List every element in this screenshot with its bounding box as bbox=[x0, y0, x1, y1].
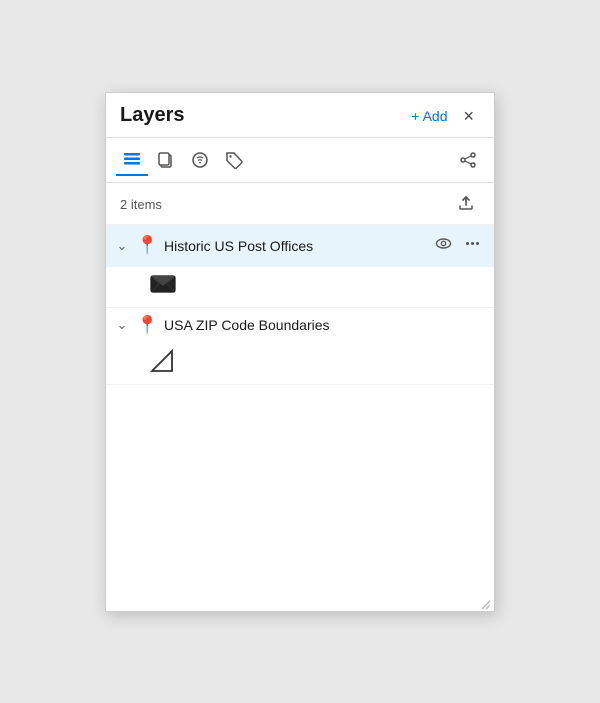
upload-button[interactable] bbox=[452, 190, 480, 219]
items-count-row: 2 items bbox=[106, 183, 494, 225]
list-view-button[interactable] bbox=[116, 144, 148, 176]
ellipsis-icon-1 bbox=[464, 235, 481, 252]
layer-item-1: ⌄ 📍 Historic US Post Offices bbox=[106, 225, 494, 308]
copy-icon bbox=[157, 151, 175, 169]
tag-icon bbox=[225, 151, 243, 169]
items-count-label: 2 items bbox=[120, 197, 162, 212]
upload-icon bbox=[456, 192, 476, 212]
chevron-layer2[interactable]: ⌄ bbox=[114, 317, 130, 333]
polygon-svg bbox=[150, 349, 174, 373]
layer-actions-1 bbox=[430, 232, 486, 260]
close-button[interactable]: × bbox=[457, 103, 480, 129]
layer-row-1[interactable]: ⌄ 📍 Historic US Post Offices bbox=[106, 225, 494, 267]
layer-icon-1: 📍 bbox=[136, 235, 158, 256]
toolbar bbox=[106, 138, 494, 183]
tag-button[interactable] bbox=[218, 144, 250, 176]
chevron-layer1[interactable]: ⌄ bbox=[114, 238, 130, 254]
layer-row-2[interactable]: ⌄ 📍 USA ZIP Code Boundaries bbox=[106, 308, 494, 343]
panel-header: Layers + Add × bbox=[106, 93, 494, 138]
eye-icon-1 bbox=[435, 235, 452, 252]
add-button[interactable]: + Add bbox=[405, 104, 453, 128]
legend-icon-1 bbox=[150, 278, 176, 300]
list-icon bbox=[123, 150, 141, 168]
copy-button[interactable] bbox=[150, 144, 182, 176]
filter-button[interactable] bbox=[184, 144, 216, 176]
panel-title: Layers bbox=[120, 104, 185, 127]
legend-row-2 bbox=[106, 343, 494, 384]
visibility-button-1[interactable] bbox=[430, 232, 457, 260]
layer-name-2: USA ZIP Code Boundaries bbox=[164, 317, 486, 333]
layer-item-2: ⌄ 📍 USA ZIP Code Boundaries bbox=[106, 308, 494, 385]
filter-icon bbox=[191, 151, 209, 169]
share-icon bbox=[459, 151, 477, 169]
resize-icon bbox=[476, 595, 490, 609]
toolbar-right bbox=[452, 144, 484, 176]
envelope-svg bbox=[150, 273, 176, 295]
legend-row-1 bbox=[106, 267, 494, 307]
resize-handle[interactable] bbox=[106, 593, 494, 611]
more-button-1[interactable] bbox=[459, 232, 486, 260]
layers-panel: Layers + Add × bbox=[105, 92, 495, 612]
legend-icon-2 bbox=[150, 360, 174, 377]
layer-icon-2: 📍 bbox=[136, 315, 158, 336]
header-actions: + Add × bbox=[405, 103, 480, 129]
layer-name-1: Historic US Post Offices bbox=[164, 238, 424, 254]
share-button[interactable] bbox=[452, 144, 484, 176]
